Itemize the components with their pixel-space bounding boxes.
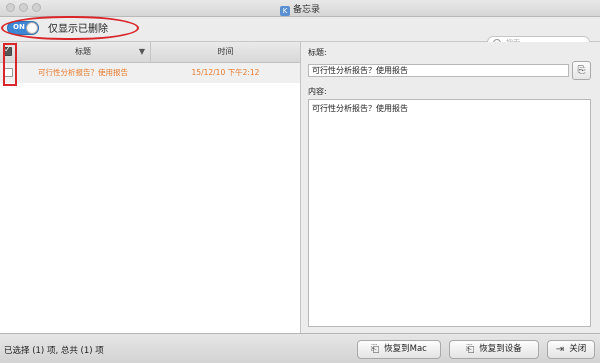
- sort-arrow-icon: ▼: [138, 47, 145, 56]
- restore-to-device-button[interactable]: ⎗ 恢复到设备: [449, 340, 539, 359]
- row-checkbox[interactable]: [4, 68, 13, 77]
- close-label: 关闭: [569, 344, 587, 354]
- copy-icon: ⎘: [577, 65, 586, 76]
- content-label: 内容:: [308, 87, 327, 96]
- toolbar: ON 仅显示已删除 搜索: [0, 17, 600, 49]
- title-label: 标题:: [308, 48, 327, 57]
- row-time: 15/12/10 下午2:12: [191, 68, 260, 77]
- select-all-checkbox[interactable]: [3, 45, 12, 56]
- show-deleted-toggle-group: ON 仅显示已删除: [7, 20, 108, 35]
- show-deleted-toggle[interactable]: ON: [7, 20, 39, 35]
- restore-icon: ⎗: [371, 344, 380, 355]
- restore-to-device-label: 恢复到设备: [479, 344, 522, 354]
- column-header-time[interactable]: 时间: [151, 42, 300, 62]
- bottom-bar: 已选择 (1) 项, 总共 (1) 项 ⎗ 恢复到Mac ⎗ 恢复到设备 ⇥ 关…: [0, 333, 600, 363]
- column-header-title[interactable]: 标题 ▼: [16, 42, 151, 62]
- show-deleted-label: 仅显示已删除: [48, 24, 108, 35]
- app-window: K备忘录 ON 仅显示已删除 搜索 标题 ▼ 时间: [0, 0, 600, 363]
- title-field[interactable]: 可行性分析报告？使用报告: [308, 64, 569, 77]
- header-checkbox-cell: [0, 42, 17, 62]
- close-button[interactable]: ⇥ 关闭: [547, 340, 595, 359]
- restore-to-mac-label: 恢复到Mac: [384, 344, 427, 354]
- table-row[interactable]: 可行性分析报告？使用报告 15/12/10 下午2:12: [0, 63, 300, 83]
- selection-status: 已选择 (1) 项, 总共 (1) 项: [4, 346, 104, 356]
- column-time-label: 时间: [217, 47, 234, 56]
- notes-list: 标题 ▼ 时间 可行性分析报告？使用报告 15/12/10 下午2:12: [0, 42, 301, 333]
- toggle-state-label: ON: [13, 22, 25, 31]
- restore-to-mac-button[interactable]: ⎗ 恢复到Mac: [357, 340, 441, 359]
- row-title: 可行性分析报告？使用报告: [38, 68, 128, 77]
- content-field[interactable]: 可行性分析报告？使用报告: [308, 99, 591, 327]
- toggle-knob: [26, 21, 38, 34]
- title-bar: K 备忘录: [0, 0, 600, 17]
- window-title-text: 备忘录: [292, 5, 320, 15]
- copy-button[interactable]: ⎘: [572, 61, 591, 80]
- window-title: K 备忘录: [0, 2, 600, 16]
- column-title-label: 标题: [75, 47, 91, 56]
- app-icon: K: [279, 6, 290, 16]
- restore-icon: ⎗: [466, 344, 475, 355]
- detail-pane: 标题: 可行性分析报告？使用报告 ⎘ 内容: 可行性分析报告？使用报告: [301, 42, 600, 333]
- table-header: 标题 ▼ 时间: [0, 42, 300, 63]
- exit-icon: ⇥: [555, 344, 565, 355]
